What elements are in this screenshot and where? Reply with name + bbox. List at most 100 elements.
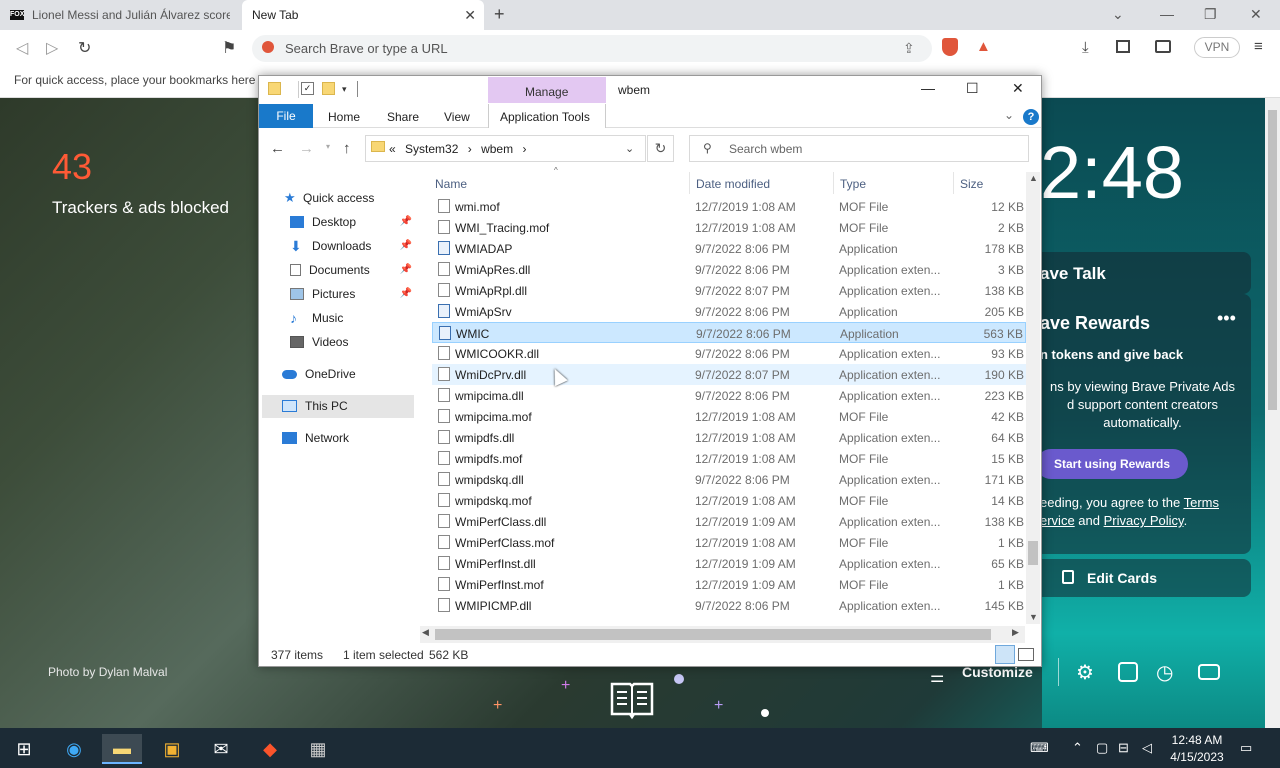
nav-downloads[interactable]: ⬇ Downloads 📌 xyxy=(290,235,414,257)
file-row[interactable]: WmiDcPrv.dll 9/7/2022 8:07 PM Application … xyxy=(432,364,1026,385)
brave-news-book-icon[interactable] xyxy=(610,680,654,720)
nav-this-pc[interactable]: This PC xyxy=(282,395,414,417)
file-row[interactable]: WmiApRpl.dll 9/7/2022 8:07 PM Application … xyxy=(432,280,1026,301)
new-tab-plus-icon[interactable]: + xyxy=(494,4,505,25)
page-scrollbar-thumb[interactable] xyxy=(1268,110,1277,410)
horizontal-scrollbar-thumb[interactable] xyxy=(435,629,991,640)
file-row[interactable]: WmiApRes.dll 9/7/2022 8:06 PM Application … xyxy=(432,259,1026,280)
file-row[interactable]: WmiPerfInst.mof 12/7/2019 1:09 AM MOF File… xyxy=(432,574,1026,595)
breadcrumb-overflow[interactable]: « xyxy=(389,142,396,156)
clock-time[interactable]: 12:48 AM xyxy=(1166,733,1228,747)
column-divider[interactable] xyxy=(689,172,690,194)
scroll-up-icon[interactable]: ▲ xyxy=(1029,173,1038,183)
breadcrumb-separator[interactable]: › xyxy=(468,142,472,156)
file-row[interactable]: wmipdskq.dll 9/7/2022 8:06 PM Application … xyxy=(432,469,1026,490)
scroll-left-icon[interactable]: ◀ xyxy=(422,627,429,638)
edge-icon[interactable]: ◉ xyxy=(54,734,94,764)
breadcrumb-system32[interactable]: System32 xyxy=(405,142,458,156)
terms-of-service-link[interactable]: ervice xyxy=(1040,513,1075,528)
nav-desktop[interactable]: Desktop 📌 xyxy=(290,211,414,233)
reload-icon[interactable]: ↻ xyxy=(78,38,91,58)
properties-icon[interactable]: ✓ xyxy=(301,82,314,95)
download-icon[interactable]: ⤓ xyxy=(1082,39,1089,56)
tab-search-chevron-icon[interactable]: ⌄ xyxy=(1112,6,1124,23)
close-icon[interactable]: ✕ xyxy=(1012,80,1024,97)
brave-talk-video-icon[interactable] xyxy=(1198,664,1220,680)
notification-center-icon[interactable]: ▭ xyxy=(1240,740,1252,756)
file-row[interactable]: wmi.mof 12/7/2019 1:08 AM MOF File 12 KB xyxy=(432,196,1026,217)
file-row[interactable]: wmipdskq.mof 12/7/2019 1:08 AM MOF File 14 … xyxy=(432,490,1026,511)
network-status-icon[interactable]: ⊟ xyxy=(1118,740,1129,756)
file-row[interactable]: wmipdfs.dll 12/7/2019 1:08 AM Application … xyxy=(432,427,1026,448)
file-row[interactable]: WmiPerfClass.mof 12/7/2019 1:08 AM MOF Fil… xyxy=(432,532,1026,553)
brave-browser-icon[interactable]: ◆ xyxy=(250,734,290,764)
file-row[interactable]: wmipcima.dll 9/7/2022 8:06 PM Application … xyxy=(432,385,1026,406)
nav-network[interactable]: Network xyxy=(282,427,414,449)
breadcrumb-separator[interactable]: › xyxy=(522,142,526,156)
file-row[interactable]: WMIC 9/7/2022 8:06 PM Application 563 KB xyxy=(432,322,1026,343)
customize-sliders-icon[interactable]: ⚌ xyxy=(930,667,944,687)
tab-fox-news[interactable]: FOX Lionel Messi and Julián Álvarez scor… xyxy=(0,0,240,30)
brave-rewards-icon[interactable]: ▲ xyxy=(976,38,991,55)
brave-shields-icon[interactable] xyxy=(942,38,958,56)
back-icon[interactable]: ◁ xyxy=(16,38,28,58)
vpn-button[interactable]: VPN xyxy=(1194,37,1240,58)
address-dropdown-icon[interactable]: ⌄ xyxy=(625,142,634,155)
bookmarks-icon[interactable] xyxy=(1118,662,1138,682)
column-divider[interactable] xyxy=(833,172,834,194)
clock-date[interactable]: 4/15/2023 xyxy=(1166,750,1228,764)
file-row[interactable]: WmiPerfInst.dll 12/7/2019 1:09 AM Applicat… xyxy=(432,553,1026,574)
start-using-rewards-button[interactable]: Start using Rewards xyxy=(1036,449,1188,479)
sidebar-icon[interactable] xyxy=(1116,40,1130,53)
nav-onedrive[interactable]: OneDrive xyxy=(282,363,414,385)
large-icons-view-icon[interactable] xyxy=(1018,648,1034,661)
nav-documents[interactable]: Documents 📌 xyxy=(290,259,414,281)
history-icon[interactable]: ◷ xyxy=(1156,660,1173,685)
customize-qat-icon[interactable]: ▾ xyxy=(342,84,347,95)
more-options-icon[interactable]: ••• xyxy=(1217,308,1236,329)
details-view-icon[interactable] xyxy=(995,645,1015,664)
show-hidden-icons-chevron-icon[interactable]: ⌃ xyxy=(1072,740,1083,756)
nav-pictures[interactable]: Pictures 📌 xyxy=(290,283,414,305)
file-row[interactable]: WMIPICMP.dll 9/7/2022 8:06 PM Application … xyxy=(432,595,1026,616)
nav-quick-access[interactable]: ★ Quick access xyxy=(284,187,414,209)
file-row[interactable]: wmipdfs.mof 12/7/2019 1:08 AM MOF File 15 K… xyxy=(432,448,1026,469)
column-size[interactable]: Size xyxy=(960,177,983,191)
volume-muted-icon[interactable]: ◁ xyxy=(1142,740,1152,756)
terms-link[interactable]: Terms xyxy=(1184,495,1219,510)
tab-file[interactable]: File xyxy=(259,104,313,128)
refresh-icon[interactable]: ↻ xyxy=(647,135,674,162)
bookmark-icon[interactable]: ⚑ xyxy=(222,38,236,58)
close-window-icon[interactable]: ✕ xyxy=(1250,6,1262,23)
help-icon[interactable]: ? xyxy=(1023,109,1039,125)
tab-share[interactable]: Share xyxy=(387,110,419,124)
column-name[interactable]: Name xyxy=(435,177,467,191)
wallet-icon[interactable] xyxy=(1155,40,1171,53)
close-tab-icon[interactable]: ✕ xyxy=(464,7,476,24)
column-divider[interactable] xyxy=(953,172,954,194)
up-arrow-icon[interactable]: ↑ xyxy=(343,140,351,157)
file-row[interactable]: WMI_Tracing.mof 12/7/2019 1:08 AM MOF File… xyxy=(432,217,1026,238)
share-icon[interactable]: ⇪ xyxy=(903,40,915,57)
back-arrow-icon[interactable]: ← xyxy=(270,140,285,157)
file-row[interactable]: WmiApSrv 9/7/2022 8:06 PM Application 205 K… xyxy=(432,301,1026,322)
tab-new-tab[interactable]: New Tab ✕ xyxy=(242,0,484,30)
minimize-icon[interactable]: — xyxy=(1160,6,1174,22)
keyboard-icon[interactable]: ⌨ xyxy=(1030,740,1049,756)
breadcrumb-wbem[interactable]: wbem xyxy=(481,142,513,156)
restore-icon[interactable]: ❐ xyxy=(1204,6,1217,23)
tab-view[interactable]: View xyxy=(444,110,470,124)
maximize-icon[interactable]: ☐ xyxy=(966,80,979,97)
file-row[interactable]: WMICOOKR.dll 9/7/2022 8:06 PM Application … xyxy=(432,343,1026,364)
forward-icon[interactable]: ▷ xyxy=(46,38,58,58)
menu-icon[interactable]: ≡ xyxy=(1254,38,1263,55)
file-row[interactable]: wmipcima.mof 12/7/2019 1:08 AM MOF File 42 … xyxy=(432,406,1026,427)
scroll-right-icon[interactable]: ▶ xyxy=(1012,627,1019,638)
nav-videos[interactable]: Videos xyxy=(290,331,414,353)
new-folder-icon[interactable] xyxy=(322,82,335,95)
privacy-policy-link[interactable]: Privacy Policy xyxy=(1104,513,1184,528)
start-windows-icon[interactable]: ⊞ xyxy=(4,734,44,764)
device-icon[interactable]: ▢ xyxy=(1096,740,1108,756)
column-type[interactable]: Type xyxy=(840,177,866,191)
settings-gear-icon[interactable]: ⚙ xyxy=(1076,660,1094,685)
